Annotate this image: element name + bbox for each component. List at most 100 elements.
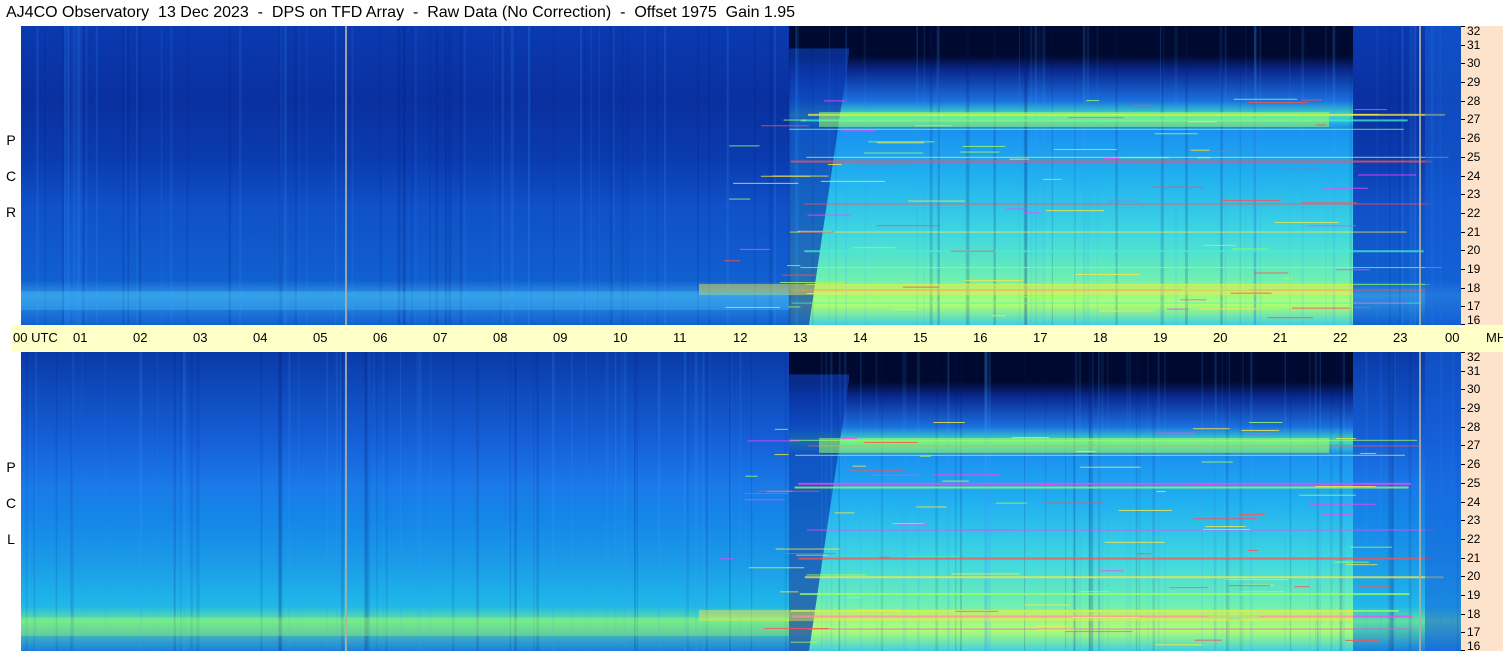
signal-dash	[1230, 292, 1272, 294]
rfi-streak	[880, 352, 884, 651]
freq-tick-label: 30	[1467, 382, 1481, 397]
signal-dash	[1354, 109, 1387, 111]
rfi-streak	[624, 352, 627, 651]
freq-tick-label: 25	[1467, 475, 1481, 490]
interference-line	[804, 203, 1432, 205]
rfi-streak	[1239, 26, 1242, 325]
signal-dash	[783, 119, 807, 121]
rfi-streak	[636, 352, 638, 651]
rfi-streak	[1242, 352, 1244, 651]
rfi-streak	[509, 352, 512, 651]
utc-tick-label: 03	[193, 330, 208, 345]
rfi-streak	[1082, 26, 1086, 325]
rfi-streak	[1342, 352, 1345, 651]
signal-dash	[728, 198, 751, 200]
rfi-streak	[1239, 352, 1243, 651]
signal-dash	[892, 523, 924, 525]
freq-tick-label: 16	[1467, 639, 1481, 653]
signal-dash	[747, 440, 800, 442]
signal-dash	[907, 555, 958, 557]
signal-dash	[952, 529, 1015, 531]
signal-dash	[1143, 161, 1170, 163]
freq-tick-label: 21	[1467, 224, 1481, 239]
freq-tick-label: 24	[1467, 494, 1481, 509]
late-night-region	[1425, 352, 1461, 651]
freq-tick	[1461, 156, 1465, 158]
signal-dash	[1354, 302, 1407, 304]
rfi-streak	[1339, 352, 1343, 651]
rcp-spectrogram-panel	[21, 26, 1461, 325]
rfi-streak	[1064, 352, 1067, 651]
rfi-streak	[463, 26, 466, 325]
signal-dash	[780, 282, 844, 284]
rfi-streak	[1214, 352, 1216, 651]
rfi-streak	[552, 26, 555, 325]
rfi-streak	[729, 352, 731, 651]
signal-dash	[1042, 483, 1054, 485]
signal-dash	[1085, 100, 1100, 102]
rfi-streak	[81, 352, 83, 651]
freq-tick	[1461, 250, 1465, 252]
rfi-streak	[74, 26, 76, 325]
rfi-streak	[811, 26, 814, 325]
rfi-streak	[1096, 26, 1099, 325]
rfi-streak	[1079, 352, 1081, 651]
rfi-streak	[280, 26, 283, 325]
rfi-streak	[82, 26, 85, 325]
rfi-streak	[1325, 26, 1327, 325]
signal-dash	[1156, 491, 1166, 493]
rfi-streak	[938, 26, 940, 325]
mhz-unit-label: MHz	[1486, 330, 1503, 345]
rfi-streak	[1115, 26, 1118, 325]
rfi-streak	[1074, 352, 1078, 651]
rfi-streak	[1044, 352, 1047, 651]
rfi-streak	[584, 26, 586, 325]
rfi-streak	[1185, 26, 1188, 325]
rfi-streak	[122, 26, 125, 325]
rfi-streak	[186, 26, 189, 325]
rfi-streak	[382, 352, 385, 651]
rfi-streak	[923, 26, 925, 325]
signal-dash	[856, 163, 910, 165]
signal-dash	[733, 182, 799, 184]
freq-tick-label: 20	[1467, 243, 1481, 258]
lcp-frequency-axis: 16 17 18 19 20 21 22 23 24 25 26 27 28 29 30 31 32	[1461, 351, 1503, 653]
signal-dash	[1198, 308, 1259, 310]
rfi-streak	[278, 26, 281, 325]
rfi-streak	[838, 352, 841, 651]
signal-dash	[868, 141, 935, 143]
signal-dash	[1358, 174, 1417, 176]
utc-tick-label: 18	[1093, 330, 1108, 345]
signal-dash	[1356, 585, 1390, 587]
rfi-streak	[1086, 26, 1090, 325]
signal-dash	[1203, 529, 1251, 531]
signal-dash	[1249, 421, 1283, 423]
rfi-streak	[284, 26, 287, 325]
signal-dash	[1036, 625, 1068, 627]
rfi-streak	[985, 352, 988, 651]
signal-dash	[1241, 429, 1280, 431]
freq-tick	[1461, 613, 1465, 615]
freq-tick	[1461, 212, 1465, 214]
freq-tick	[1461, 464, 1465, 466]
freq-tick-label: 18	[1467, 606, 1481, 621]
signal-dash	[1294, 586, 1310, 588]
rfi-streak	[1106, 352, 1109, 651]
rfi-streak	[664, 26, 667, 325]
rfi-streak	[1250, 352, 1253, 651]
rfi-streak	[80, 26, 83, 325]
signal-dash	[725, 306, 780, 308]
freq-tick-label: 29	[1467, 75, 1481, 90]
signal-dash	[876, 142, 925, 144]
rfi-streak	[239, 26, 242, 325]
signal-dash	[748, 567, 805, 569]
signal-dash	[1187, 121, 1217, 123]
rfi-streak	[621, 352, 624, 651]
rfi-streak	[1034, 26, 1038, 325]
lcp-label: P C L	[0, 449, 22, 557]
signal-dash	[1354, 307, 1370, 309]
signal-dash	[1322, 187, 1369, 189]
rfi-streak	[1152, 352, 1156, 651]
rfi-streak	[77, 26, 80, 325]
freq-tick-label: 23	[1467, 187, 1481, 202]
